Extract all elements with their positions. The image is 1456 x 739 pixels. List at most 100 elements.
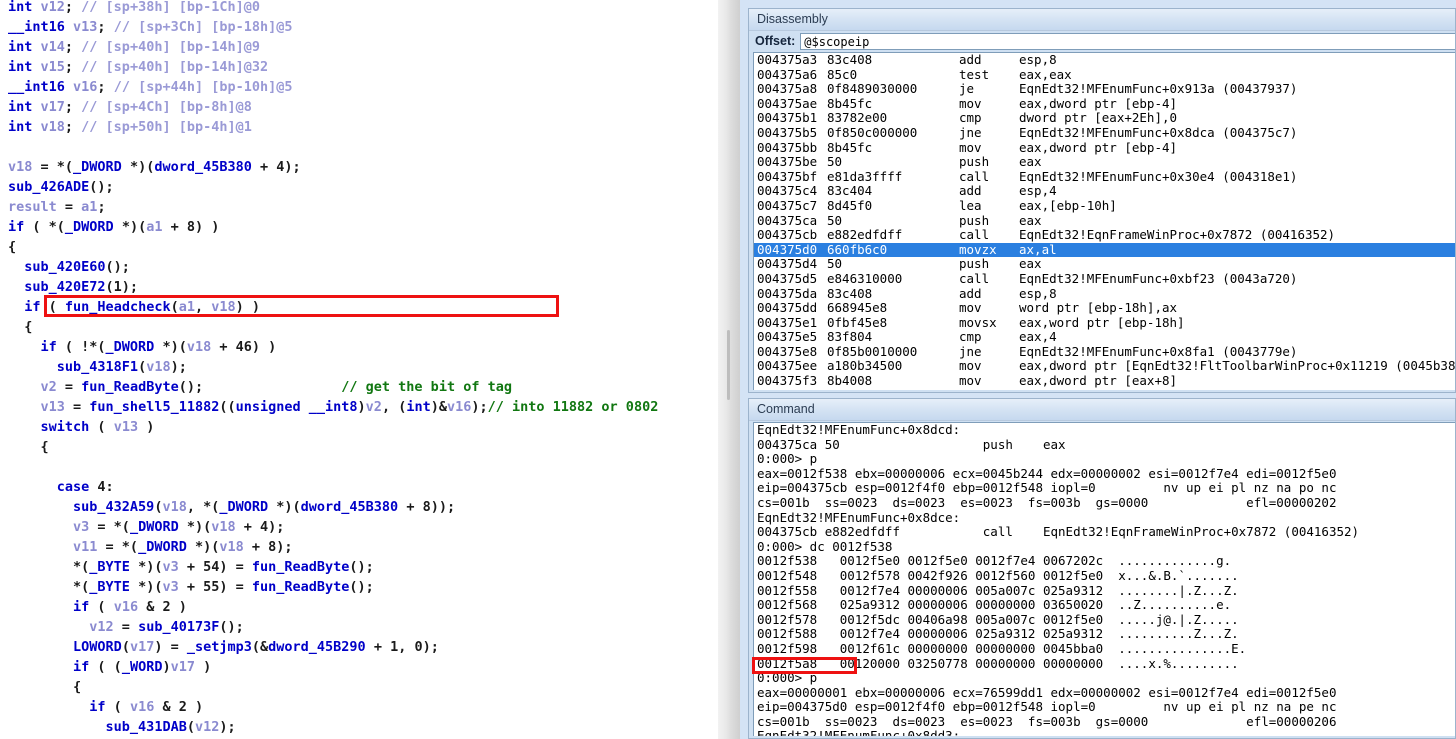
disassembly-row[interactable]: 004375a6 85c0 test eax,eax [754,67,1455,83]
command-output-line[interactable]: eax=00000001 ebx=00000006 ecx=76599dd1 e… [754,685,1455,701]
command-output-line[interactable]: 0012f568 025a9312 00000006 00000000 0365… [754,598,1455,613]
code-line[interactable]: int v14; // [sp+40h] [bp-14h]@9 [8,37,658,57]
code-line[interactable]: __int16 v16; // [sp+44h] [bp-10h]@5 [8,77,658,97]
code-line[interactable]: v2 = fun_ReadByte(); // get the bit of t… [8,377,658,397]
command-output-line[interactable]: eip=004375cb esp=0012f4f0 ebp=0012f548 i… [754,481,1455,496]
code-line[interactable]: v12 = sub_40173F(); [8,617,658,637]
command-output-line[interactable]: 0012f598 0012f61c 00000000 00000000 0045… [754,641,1455,657]
code-token: sub_40173F [138,619,220,635]
disassembly-row[interactable]: 004375bf e81da3ffff call EqnEdt32!MFEnumFun… [754,169,1455,185]
code-line[interactable]: { [8,677,658,697]
pseudocode-text[interactable]: int v12; // [sp+38h] [bp-1Ch]@0 __int16 v… [8,0,658,739]
code-line[interactable]: switch ( v13 ) [8,417,658,437]
code-line[interactable]: result = a1; [8,197,658,217]
disassembly-row[interactable]: 004375a8 0f8489030000 je EqnEdt32!MFEnumFun… [754,81,1455,97]
command-output[interactable]: EqnEdt32!MFEnumFunc+0x8dcd: 004375ca 50 p… [753,422,1455,736]
code-line[interactable]: if ( v16 & 2 ) [8,597,658,617]
code-token: dword_45B380 [154,159,252,175]
offset-input[interactable]: @$scopeip [800,32,1455,50]
disassembly-row[interactable]: 004375e8 0f85b0010000 jne EqnEdt32!MFEnumFu… [754,344,1455,360]
disassembly-address: 004375da [757,285,818,301]
disassembly-row[interactable]: 004375a3 83c408 add esp,8 [754,53,1455,68]
code-token: _DWORD [73,159,130,175]
disassembly-row[interactable]: 004375da 83c408 add esp,8 [754,285,1455,302]
disassembly-row[interactable]: 004375e5 83f804 cmp eax,4 [754,329,1455,345]
code-line[interactable]: v13 = fun_shell5_11882((unsigned __int8)… [8,397,659,417]
code-line[interactable]: int v18; // [sp+50h] [bp-4h]@1 [8,117,658,137]
disassembly-row[interactable]: 004375ae 8b45fc mov eax,dword ptr [ebp-4] [754,96,1455,112]
command-output-line[interactable]: EqnEdt32!MFEnumFunc+0x8dce: [754,510,1455,526]
code-line[interactable]: { [8,317,658,337]
command-output-line[interactable]: 0012f5a8 00120000 03250778 00000000 0000… [754,656,1455,672]
command-output-line[interactable]: 004375ca 50 push eax [754,437,1455,453]
decompiler-pseudocode-pane[interactable]: int v12; // [sp+38h] [bp-1Ch]@0 __int16 v… [0,0,718,739]
disassembly-row[interactable]: 004375e1 0fbf45e8 movsx eax,word ptr [ebp-1… [754,315,1455,331]
code-line[interactable]: if ( !*(_DWORD *)(v18 + 46) ) [8,337,658,357]
command-output-line[interactable]: 0012f578 0012f5dc 00406a98 005a007c 0012… [754,612,1455,628]
code-line[interactable]: if ( fun_Headcheck(a1, v18) ) [8,297,658,317]
disassembly-mnemonic: mov [959,139,982,155]
disassembly-row[interactable]: 004375f3 8b4008 mov eax,dword ptr [eax+8] [754,373,1455,389]
pane-splitter[interactable] [718,0,740,739]
code-line[interactable]: sub_420E72(1); [8,277,658,297]
code-line[interactable]: if ( *(_DWORD *)(a1 + 8) ) [8,217,658,237]
command-output-line[interactable]: eip=004375d0 esp=0012f4f0 ebp=0012f548 i… [754,700,1455,715]
disassembly-row[interactable]: 004375c4 83c404 add esp,4 [754,184,1455,199]
disassembly-row[interactable]: 004375b5 0f850c000000 jne EqnEdt32!MFEnumFu… [754,125,1455,141]
command-output-line[interactable]: EqnEdt32!MFEnumFunc+0x8dcd: [754,423,1455,438]
code-line[interactable]: v18 = *(_DWORD *)(dword_45B380 + 4); [8,157,658,177]
code-line[interactable]: __int16 v13; // [sp+3Ch] [bp-18h]@5 [8,17,658,37]
code-line[interactable]: sub_4318F1(v18); [8,357,658,377]
disassembly-row[interactable]: 004375bb 8b45fc mov eax,dword ptr [ebp-4] [754,139,1455,156]
disassembly-row[interactable]: 004375c7 8d45f0 lea eax,[ebp-10h] [754,198,1455,214]
disassembly-row[interactable]: 004375dd 668945e8 mov word ptr [ebp-18h],ax [754,300,1455,316]
command-output-line[interactable]: cs=001b ss=0023 ds=0023 es=0023 fs=003b … [754,495,1455,511]
code-line[interactable] [8,457,658,477]
command-output-line[interactable]: eax=0012f538 ebx=00000006 ecx=0045b244 e… [754,466,1455,482]
code-line[interactable]: sub_426ADE(); [8,177,658,197]
code-line[interactable]: if ( v16 & 2 ) [8,697,658,717]
disassembly-row[interactable]: 004375f68945d4movdword ptr [ebp-2Ch],eax [754,388,1455,390]
splitter-grip[interactable] [727,330,730,400]
disassembly-row[interactable]: 004375b1 83782e00 cmp dword ptr [eax+2Eh],0 [754,111,1455,126]
code-line[interactable]: sub_431DAB(v12); [8,717,658,737]
code-line[interactable] [8,137,658,157]
code-line[interactable]: *(_BYTE *)(v3 + 55) = fun_ReadByte(); [8,577,658,597]
disassembly-row[interactable]: 004375cb e882edfdff call EqnEdt32!EqnFrameW… [754,227,1455,243]
command-output-line[interactable]: 0012f548 0012f578 0042f926 0012f560 0012… [754,568,1455,584]
code-line[interactable]: if ( (_WORD)v17 ) [8,657,658,677]
code-token: v18 [186,339,212,355]
code-line[interactable]: int v12; // [sp+38h] [bp-1Ch]@0 [8,0,658,17]
disassembly-row[interactable]: 004375be 50 push eax [754,154,1455,170]
code-token: ( [170,299,179,315]
code-line[interactable]: sub_420E60(); [8,257,658,277]
disassembly-row-selected[interactable]: 004375d0 660fb6c0 movzx ax,al [754,242,1455,258]
code-line[interactable]: v3 = *(_DWORD *)(v18 + 4); [8,517,658,537]
command-output-line[interactable]: EqnEdt32!MFEnumFunc+0x8dd3: [754,729,1455,736]
disassembly-row[interactable]: 004375ee a180b34500 mov eax,dword ptr [EqnE… [754,359,1455,374]
command-output-line[interactable]: 0:000> dc 0012f538 [754,539,1455,555]
code-line[interactable]: { [8,237,658,257]
code-line[interactable]: { [8,437,658,457]
code-line[interactable]: int v17; // [sp+4Ch] [bp-8h]@8 [8,97,658,117]
code-line[interactable]: case 4: [8,477,658,497]
code-line[interactable]: *(_BYTE *)(v3 + 54) = fun_ReadByte(); [8,557,658,577]
command-output-line[interactable]: 004375cb e882edfdff call EqnEdt32!EqnFra… [754,525,1455,540]
disassembly-row[interactable]: 004375ca 50 push eax [754,212,1455,229]
code-line[interactable]: LOWORD(v17) = _setjmp3(&dword_45B290 + 1… [8,637,658,657]
command-output-line[interactable]: 0012f538 0012f5e0 0012f5e0 0012f7e4 0067… [754,554,1455,569]
disassembly-row[interactable]: 004375d5 e846310000 call EqnEdt32!MFEnumFun… [754,271,1455,287]
command-output-line[interactable]: 0012f588 0012f7e4 00000006 025a9312 025a… [754,627,1455,642]
command-output-line[interactable]: 0012f558 0012f7e4 00000006 005a007c 025a… [754,583,1455,599]
code-line[interactable]: v11 = *(_DWORD *)(v18 + 8); [8,537,658,557]
command-output-line[interactable]: 0:000> p [754,670,1455,686]
code-line[interactable]: sub_432A59(v18, *(_DWORD *)(dword_45B380… [8,497,658,517]
code-line[interactable]: int v15; // [sp+40h] [bp-14h]@32 [8,57,658,77]
command-output-line[interactable]: cs=001b ss=0023 ds=0023 es=0023 fs=003b … [754,714,1455,730]
disassembly-address: 004375ca [757,212,818,228]
disassembly-list[interactable]: 004375a3 83c408 add esp,8 004375a6 85c0 test ea… [753,52,1455,390]
disassembly-row[interactable]: 004375d4 50 push eax [754,257,1455,272]
command-output-line[interactable]: 0:000> p [754,452,1455,467]
code-token: a1 [178,299,195,315]
